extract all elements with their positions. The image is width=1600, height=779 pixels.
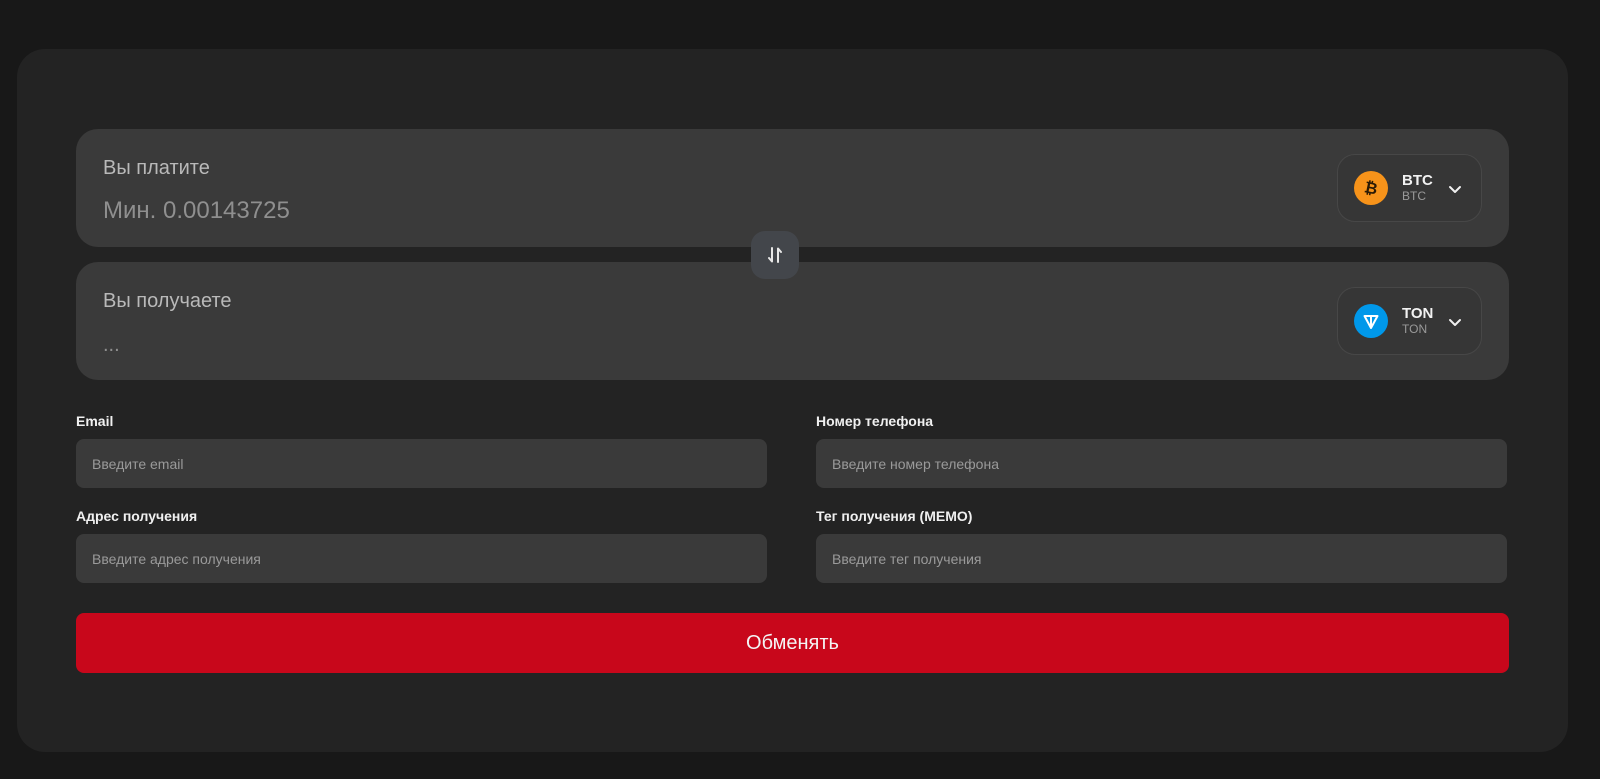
memo-label: Тег получения (MEMO) [816, 508, 973, 524]
receive-coin-network: TON [1402, 322, 1428, 336]
receive-label: Вы получаете [103, 290, 232, 312]
pay-coin-network: BTC [1402, 189, 1426, 203]
address-field[interactable] [76, 534, 767, 583]
receive-coin-ticker: TON [1402, 305, 1434, 322]
exchange-button[interactable]: Обменять [76, 613, 1509, 673]
pay-amount-input[interactable] [103, 197, 1003, 225]
svg-text:₿: ₿ [1363, 178, 1380, 198]
receive-coin-select[interactable]: TON TON [1337, 287, 1482, 355]
swap-arrows-icon [768, 247, 782, 263]
phone-label: Номер телефона [816, 413, 934, 429]
pay-amount-box: Вы платите ₿ BTC BTC [76, 129, 1509, 247]
pay-coin-ticker: BTC [1402, 172, 1433, 189]
phone-field[interactable] [816, 439, 1507, 488]
email-field[interactable] [76, 439, 767, 488]
receive-amount-input[interactable] [103, 334, 1003, 357]
address-label: Адрес получения [76, 508, 198, 524]
swap-button[interactable] [751, 231, 799, 279]
bitcoin-icon: ₿ [1354, 171, 1388, 205]
chevron-down-icon [1449, 319, 1461, 326]
email-label: Email [76, 413, 114, 429]
memo-field[interactable] [816, 534, 1507, 583]
receive-amount-box: Вы получаете TON TON [76, 262, 1509, 380]
pay-label: Вы платите [103, 157, 210, 179]
pay-coin-select[interactable]: ₿ BTC BTC [1337, 154, 1482, 222]
ton-icon [1354, 304, 1388, 338]
chevron-down-icon [1449, 186, 1461, 193]
